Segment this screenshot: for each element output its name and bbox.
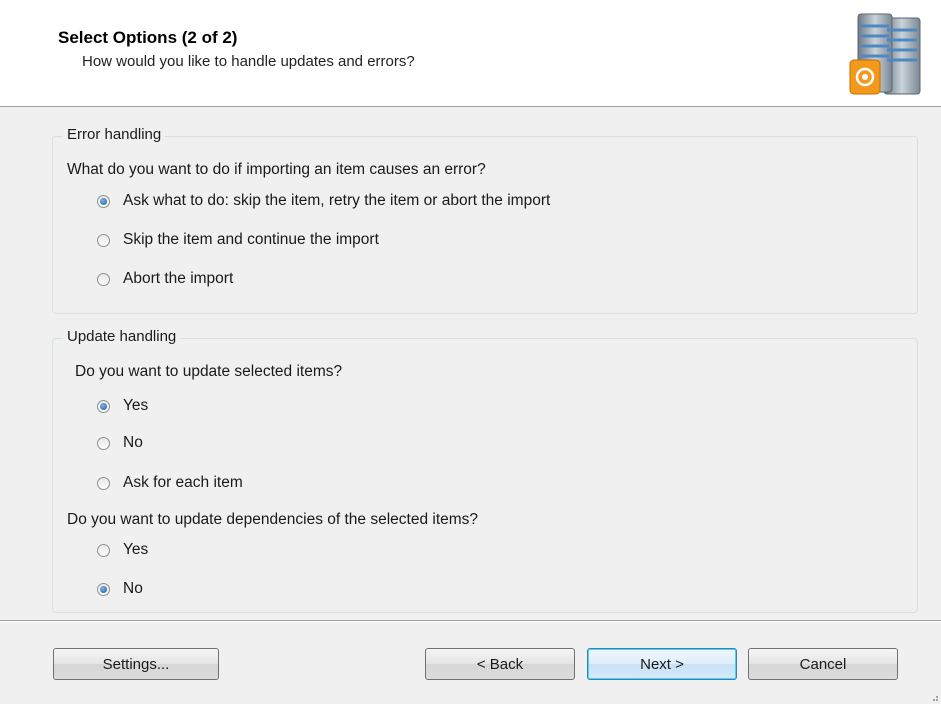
radio-button[interactable]	[97, 436, 110, 450]
radio-label: Skip the item and continue the import	[123, 231, 379, 248]
radio-label: Abort the import	[123, 270, 234, 287]
next-button[interactable]: Next >	[587, 648, 737, 680]
settings-button[interactable]: Settings...	[53, 648, 219, 680]
error-handling-title: Error handling	[63, 126, 166, 143]
radio-label: Ask for each item	[123, 474, 243, 491]
radio-label: Yes	[123, 397, 149, 414]
radio-button[interactable]	[97, 233, 110, 247]
cancel-button[interactable]: Cancel	[748, 648, 898, 680]
radio-dependencies-no[interactable]: No	[97, 580, 143, 598]
database-server-icon	[849, 13, 921, 95]
wizard-header: Select Options (2 of 2) How would you li…	[0, 0, 941, 107]
radio-label: No	[123, 580, 143, 597]
resize-grip-icon[interactable]	[929, 692, 939, 702]
error-question: What do you want to do if importing an i…	[67, 161, 486, 178]
radio-update-no[interactable]: No	[97, 434, 143, 452]
footer-separator	[0, 620, 941, 622]
radio-button[interactable]	[97, 272, 110, 286]
radio-button[interactable]	[97, 399, 110, 413]
radio-button[interactable]	[97, 543, 110, 557]
radio-button[interactable]	[97, 194, 110, 208]
radio-update-yes[interactable]: Yes	[97, 397, 148, 415]
update-items-question: Do you want to update selected items?	[75, 363, 343, 380]
radio-dependencies-yes[interactable]: Yes	[97, 541, 148, 559]
radio-label: No	[123, 434, 143, 451]
radio-button[interactable]	[97, 582, 110, 596]
radio-error-skip[interactable]: Skip the item and continue the import	[97, 231, 379, 249]
radio-button[interactable]	[97, 476, 110, 490]
page-subtitle: How would you like to handle updates and…	[82, 53, 415, 70]
radio-error-abort[interactable]: Abort the import	[97, 270, 233, 288]
page-title: Select Options (2 of 2)	[58, 28, 238, 47]
back-button[interactable]: < Back	[425, 648, 575, 680]
radio-label: Ask what to do: skip the item, retry the…	[123, 192, 551, 209]
radio-update-ask[interactable]: Ask for each item	[97, 474, 243, 492]
update-handling-title: Update handling	[63, 328, 181, 345]
radio-error-ask[interactable]: Ask what to do: skip the item, retry the…	[97, 192, 550, 210]
update-dependencies-question: Do you want to update dependencies of th…	[67, 511, 479, 528]
radio-label: Yes	[123, 541, 149, 558]
